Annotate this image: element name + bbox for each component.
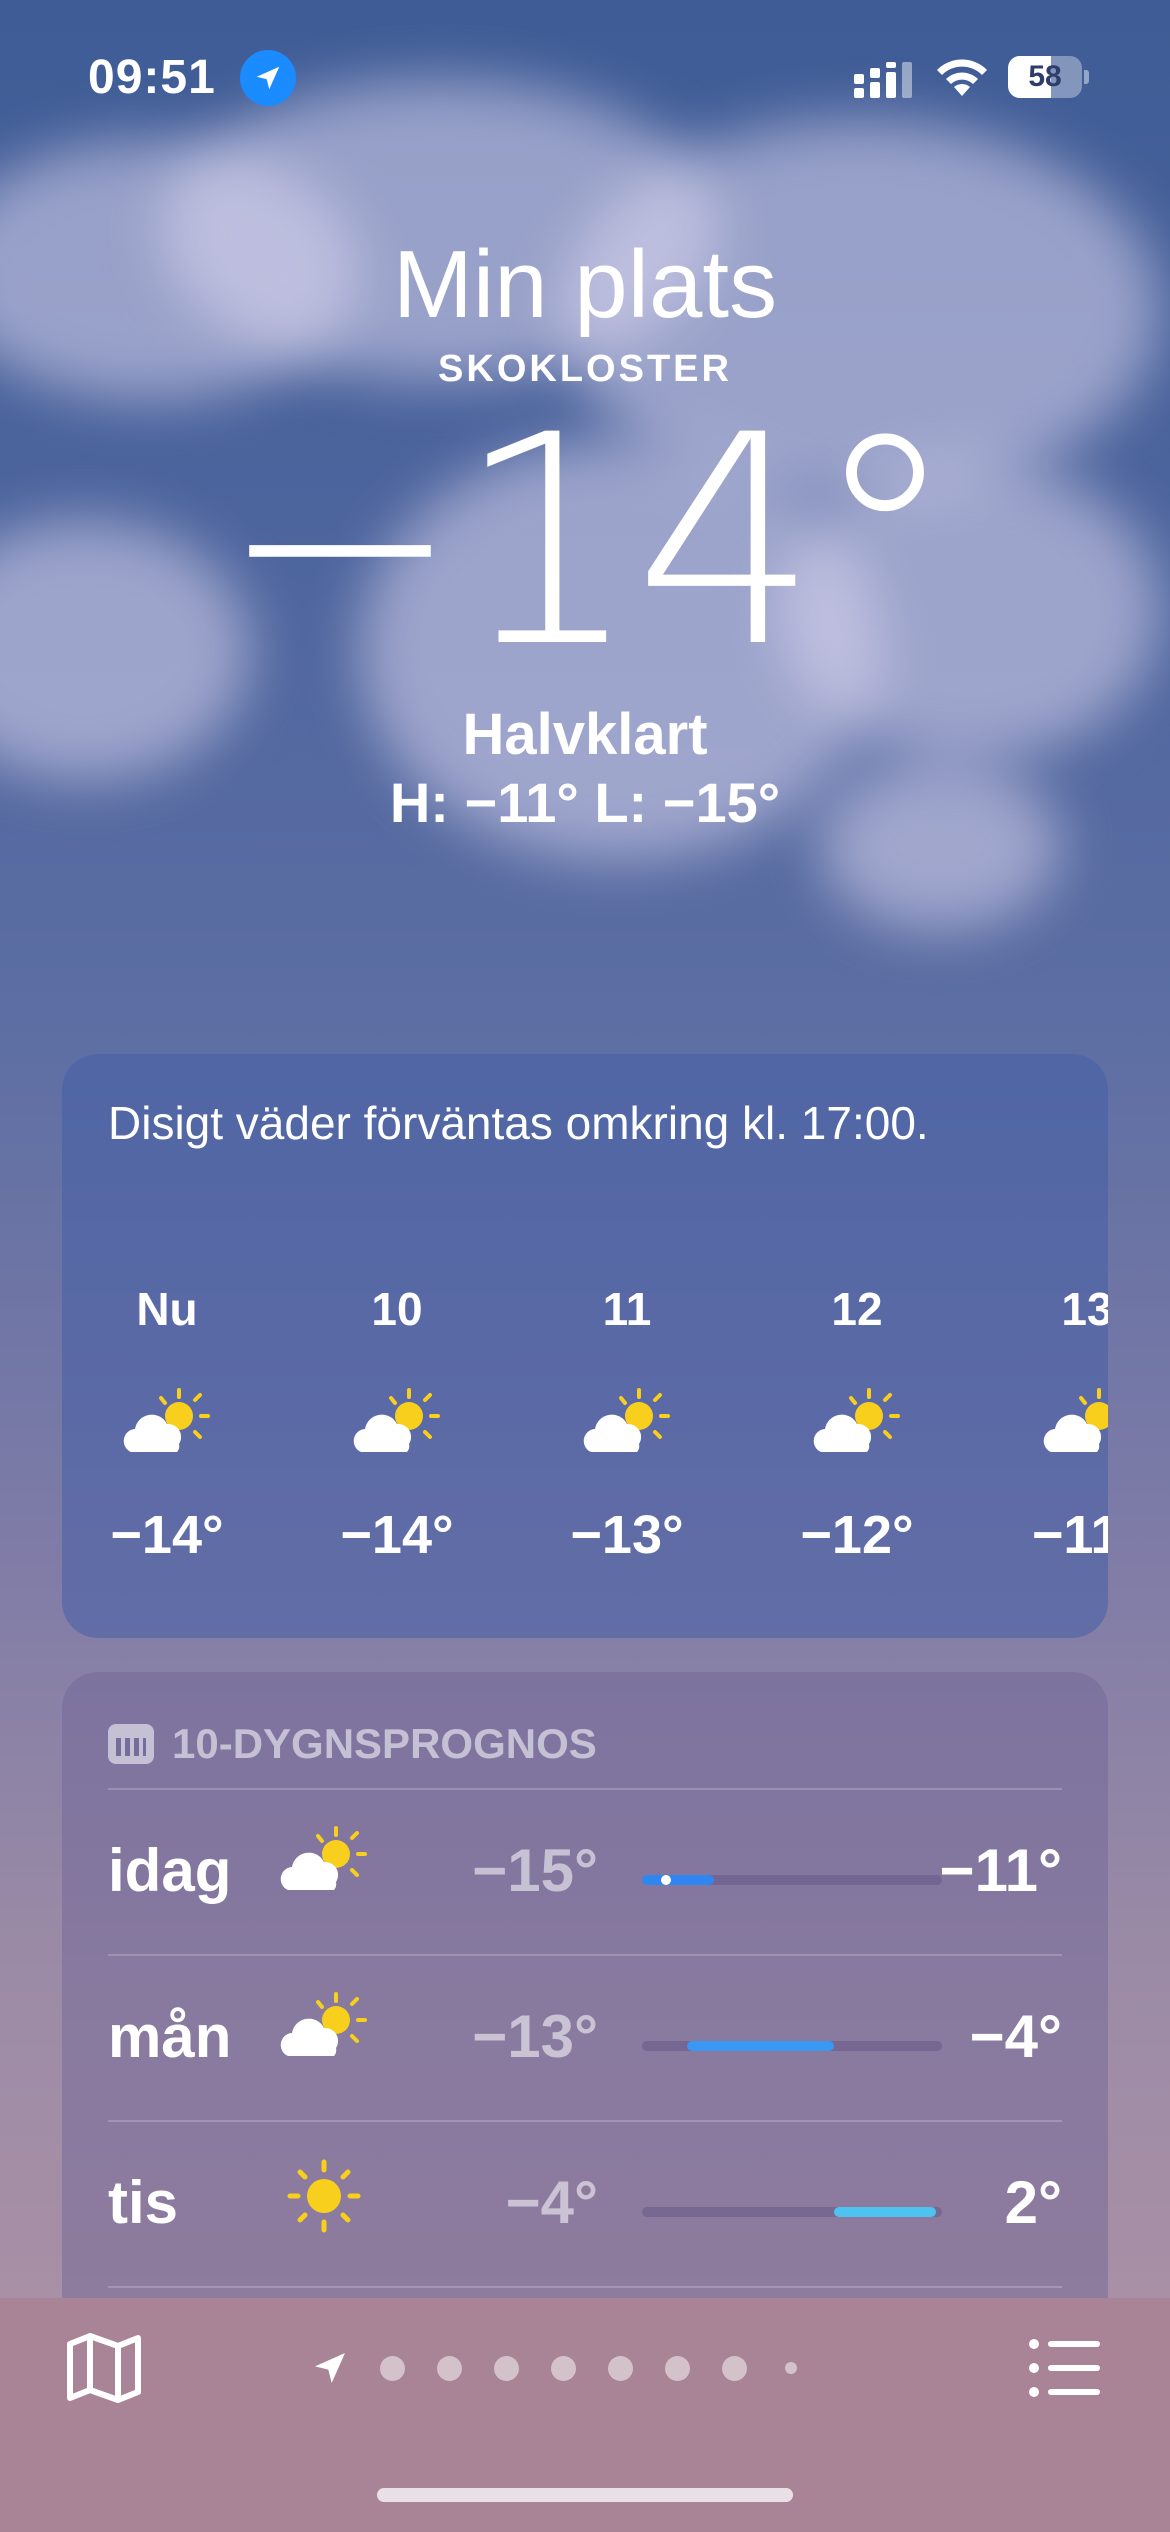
page-dot[interactable] bbox=[722, 2355, 747, 2381]
status-bar: 09:51 58 bbox=[0, 0, 1170, 150]
day-row[interactable]: mån −13° −4° bbox=[108, 1958, 1062, 2108]
temperature-range-bar bbox=[642, 2207, 942, 2217]
current-condition: Halvklart bbox=[462, 702, 708, 767]
map-button[interactable] bbox=[64, 2328, 144, 2408]
day-low: −15° bbox=[472, 1837, 598, 1904]
hour-item: 11 −13° bbox=[552, 1282, 702, 1566]
hourly-forecast-list[interactable]: Nu −14° 10 −14° 11 −13° 12 −12° 13 −11° bbox=[62, 1282, 1108, 1612]
hour-temperature: −12° bbox=[800, 1505, 914, 1565]
hour-item: Nu −14° bbox=[92, 1282, 242, 1566]
location-list-button[interactable] bbox=[1024, 2328, 1104, 2408]
day-high: −4° bbox=[969, 2003, 1062, 2070]
partly-cloudy-icon bbox=[782, 1386, 932, 1486]
partly-cloudy-icon bbox=[322, 1386, 472, 1486]
location-title: Min plats bbox=[392, 231, 778, 338]
hour-temperature: −13° bbox=[570, 1505, 684, 1565]
page-dot[interactable] bbox=[380, 2355, 405, 2381]
day-row[interactable]: tis −4° 2° bbox=[108, 2124, 1062, 2274]
hour-label: Nu bbox=[136, 1283, 198, 1335]
hour-temperature: −14° bbox=[340, 1505, 454, 1565]
list-icon bbox=[1029, 2339, 1100, 2397]
hour-label: 11 bbox=[602, 1283, 652, 1335]
battery-level: 58 bbox=[1028, 60, 1062, 93]
temperature-range-fill bbox=[687, 2041, 834, 2051]
day-low: −4° bbox=[505, 2169, 598, 2236]
hour-item: 13 −11° bbox=[1012, 1282, 1108, 1566]
page-dot[interactable] bbox=[608, 2355, 633, 2381]
current-temperature-marker bbox=[661, 1875, 671, 1885]
page-dot[interactable] bbox=[437, 2355, 462, 2381]
high-low-temperature: H: −11° L: −15° bbox=[389, 771, 781, 834]
ten-day-header: 10-DYGNSPROGNOS bbox=[108, 1720, 597, 1768]
day-name: mån bbox=[108, 2003, 232, 2070]
page-dot[interactable] bbox=[551, 2355, 576, 2381]
hour-item: 10 −14° bbox=[322, 1282, 472, 1566]
wifi-icon bbox=[937, 59, 987, 96]
partly-cloudy-icon bbox=[92, 1386, 242, 1486]
day-high: −11° bbox=[939, 1837, 1062, 1904]
day-high: 2° bbox=[1004, 2169, 1062, 2236]
hour-label: 10 bbox=[371, 1283, 423, 1335]
partly-cloudy-icon bbox=[552, 1386, 702, 1486]
current-weather: Min plats SKOKLOSTER −14° Halvklart H: −… bbox=[0, 230, 1170, 835]
location-arrow-icon bbox=[315, 2353, 345, 2383]
page-indicator[interactable] bbox=[310, 2348, 829, 2388]
partly-cloudy-icon bbox=[1012, 1386, 1108, 1486]
hour-label: 13 bbox=[1061, 1283, 1108, 1335]
hourly-forecast-card[interactable]: Disigt väder förväntas omkring kl. 17:00… bbox=[62, 1054, 1108, 1638]
divider bbox=[108, 2120, 1062, 2122]
temperature-range-fill bbox=[642, 1875, 714, 1885]
hour-label: 12 bbox=[831, 1283, 883, 1335]
calendar-icon bbox=[108, 1724, 154, 1764]
temperature-range-fill bbox=[834, 2207, 936, 2217]
temperature-range-bar bbox=[642, 1875, 942, 1885]
day-name: tis bbox=[108, 2169, 179, 2236]
ten-day-title: 10-DYGNSPROGNOS bbox=[172, 1720, 597, 1767]
map-icon bbox=[67, 2333, 141, 2403]
hour-temperature: −11° bbox=[1031, 1505, 1108, 1565]
page-dot[interactable] bbox=[785, 2362, 797, 2374]
location-arrow-icon bbox=[240, 50, 296, 106]
divider bbox=[108, 1954, 1062, 1956]
battery-indicator: 58 bbox=[1008, 56, 1089, 98]
current-temperature: −14° bbox=[218, 374, 957, 711]
day-low: −13° bbox=[472, 2003, 598, 2070]
day-row[interactable]: idag −15° −11° bbox=[108, 1792, 1062, 1942]
cellular-signal-icon bbox=[854, 62, 912, 98]
divider bbox=[108, 1788, 1062, 1790]
temperature-range-bar bbox=[642, 2041, 942, 2051]
day-name: idag bbox=[108, 1837, 232, 1904]
page-dot[interactable] bbox=[665, 2355, 690, 2381]
page-dot[interactable] bbox=[494, 2355, 519, 2381]
status-time: 09:51 bbox=[88, 51, 216, 104]
home-indicator bbox=[377, 2488, 793, 2502]
hour-temperature: −14° bbox=[110, 1505, 224, 1565]
forecast-summary: Disigt väder förväntas omkring kl. 17:00… bbox=[108, 1097, 929, 1149]
divider bbox=[108, 2286, 1062, 2288]
hour-item: 12 −12° bbox=[782, 1282, 932, 1566]
